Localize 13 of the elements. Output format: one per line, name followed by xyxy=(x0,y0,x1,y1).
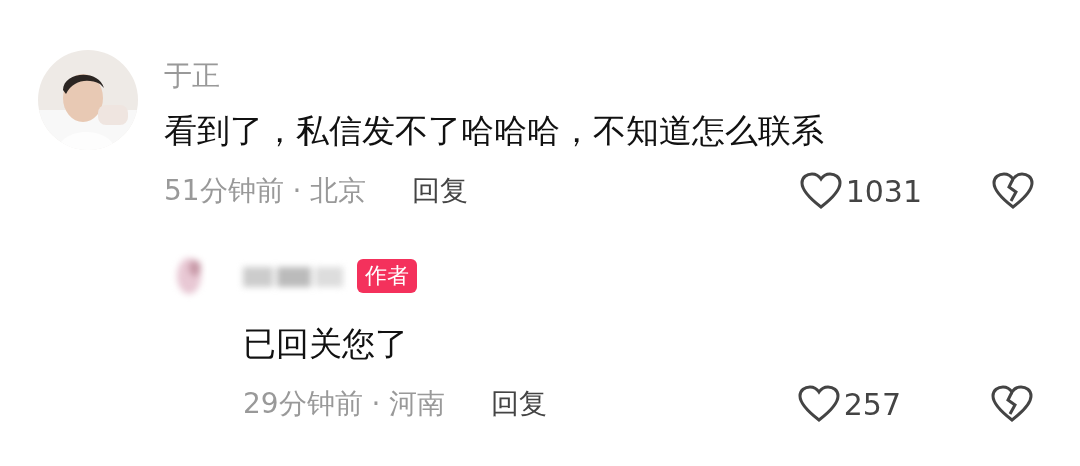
like-count: 1031 xyxy=(845,173,922,209)
comment-text: 看到了，私信发不了哈哈哈，不知道怎么联系 xyxy=(164,110,825,152)
heart-icon[interactable] xyxy=(799,172,842,210)
broken-heart-icon[interactable] xyxy=(991,385,1033,423)
comment-time: 51分钟前 · 北京 xyxy=(164,173,367,209)
comment-time: 29分钟前 · 河南 xyxy=(243,386,446,422)
comment-text: 已回关您了 xyxy=(243,323,409,365)
broken-heart-icon[interactable] xyxy=(992,172,1034,210)
reply-button[interactable]: 回复 xyxy=(412,172,469,210)
reply-button[interactable]: 回复 xyxy=(491,385,548,423)
heart-icon[interactable] xyxy=(797,385,840,423)
author-badge: 作者 xyxy=(357,259,417,293)
like-count: 257 xyxy=(843,386,901,422)
